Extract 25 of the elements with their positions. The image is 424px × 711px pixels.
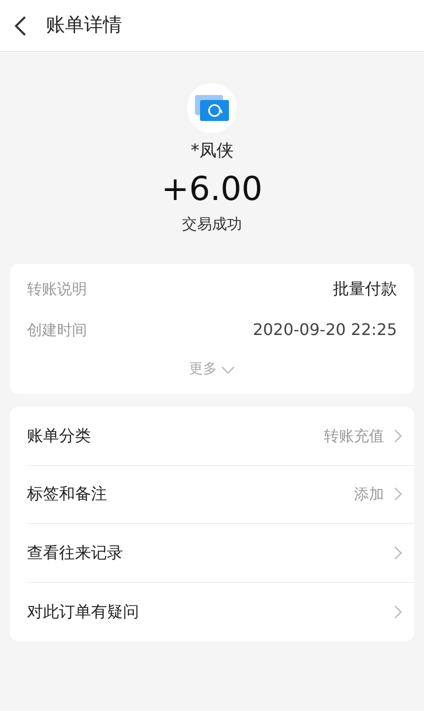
transaction-status: 交易成功 — [182, 214, 242, 234]
action-value: 转账充值 — [324, 426, 384, 446]
page-title: 账单详情 — [46, 13, 122, 38]
action-row[interactable]: 账单分类 转账充值 — [27, 407, 414, 466]
payer-name: *凤侠 — [190, 140, 234, 163]
action-value: 添加 — [354, 484, 384, 505]
chevron-right-icon — [394, 428, 402, 443]
action-label: 对此订单有疑问 — [27, 600, 140, 623]
action-row[interactable]: 查看往来记录 — [27, 524, 414, 582]
action-row[interactable]: 对此订单有疑问 — [27, 582, 414, 641]
detail-label: 创建时间 — [27, 320, 87, 341]
chevron-right-icon — [394, 604, 402, 619]
action-label: 标签和备注 — [27, 483, 108, 506]
chevron-down-icon — [221, 366, 235, 374]
action-label: 账单分类 — [27, 424, 92, 447]
action-label: 查看往来记录 — [27, 542, 124, 564]
detail-value: 2020-09-20 22:25 — [252, 319, 397, 341]
detail-value: 批量付款 — [333, 278, 397, 300]
chevron-right-icon — [394, 546, 402, 560]
detail-label: 转账说明 — [27, 278, 87, 300]
back-icon[interactable] — [13, 14, 27, 36]
chevron-right-icon — [394, 487, 402, 502]
transfer-icon — [187, 83, 237, 133]
amount: +6.00 — [161, 168, 263, 210]
action-row[interactable]: 标签和备注 添加 — [27, 466, 414, 524]
